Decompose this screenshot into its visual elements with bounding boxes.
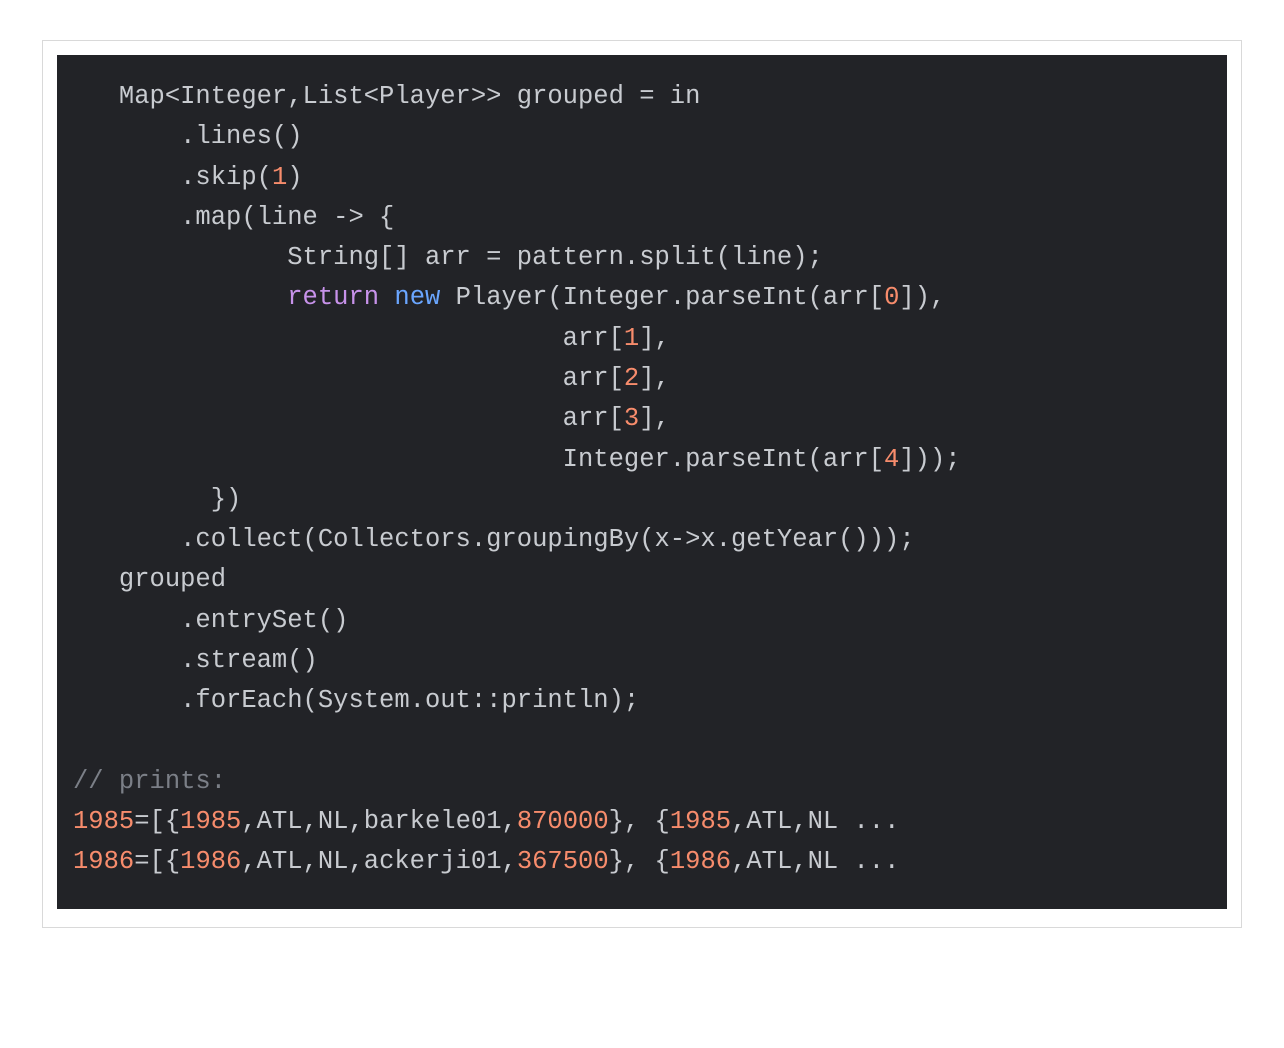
code-line: .lines()	[73, 122, 303, 151]
code-line: .collect(Collectors.groupingBy(x->x.getY…	[73, 525, 915, 554]
keyword-new: new	[394, 283, 440, 312]
output-text: ,ATL,NL,barkele01,	[241, 807, 516, 836]
code-indent: Integer.parseInt(arr[	[73, 445, 884, 474]
code-line: .stream()	[73, 646, 318, 675]
code-line: .forEach(System.out::println);	[73, 686, 639, 715]
code-line: grouped	[73, 565, 226, 594]
output-text: =[{	[134, 807, 180, 836]
code-number: 2	[624, 364, 639, 393]
output-number: 1985	[73, 807, 134, 836]
code-space	[379, 283, 394, 312]
output-number: 1985	[670, 807, 731, 836]
output-number: 1986	[670, 847, 731, 876]
code-line: .entrySet()	[73, 606, 348, 635]
code-line: .map(line -> {	[73, 203, 394, 232]
code-text: ],	[639, 324, 670, 353]
code-number: 3	[624, 404, 639, 433]
output-text: ,ATL,NL ...	[731, 847, 899, 876]
keyword-return: return	[287, 283, 379, 312]
code-line: .skip(	[73, 163, 272, 192]
output-text: =[{	[134, 847, 180, 876]
code-line: String[] arr = pattern.split(line);	[73, 243, 823, 272]
output-number: 367500	[517, 847, 609, 876]
code-text: )	[287, 163, 302, 192]
code-number: 4	[884, 445, 899, 474]
code-number: 0	[884, 283, 899, 312]
output-text: ,ATL,NL ...	[731, 807, 899, 836]
code-text: Player(Integer.parseInt(arr[	[440, 283, 884, 312]
code-line: })	[73, 485, 241, 514]
output-number: 1985	[180, 807, 241, 836]
output-number: 1986	[73, 847, 134, 876]
code-indent: arr[	[73, 404, 624, 433]
output-text: }, {	[609, 807, 670, 836]
code-indent	[73, 283, 287, 312]
output-text: ,ATL,NL,ackerji01,	[241, 847, 516, 876]
code-indent: arr[	[73, 364, 624, 393]
code-text: ],	[639, 364, 670, 393]
comment-line: // prints:	[73, 767, 226, 796]
code-card: Map<Integer,List<Player>> grouped = in .…	[42, 40, 1242, 928]
code-number: 1	[624, 324, 639, 353]
code-number: 1	[272, 163, 287, 192]
code-text: ],	[639, 404, 670, 433]
code-line: Map<Integer,List<Player>> grouped = in	[73, 82, 700, 111]
code-block: Map<Integer,List<Player>> grouped = in .…	[57, 55, 1227, 909]
code-text: ]),	[899, 283, 945, 312]
output-number: 870000	[517, 807, 609, 836]
output-text: }, {	[609, 847, 670, 876]
code-text: ]));	[899, 445, 960, 474]
code-indent: arr[	[73, 324, 624, 353]
output-number: 1986	[180, 847, 241, 876]
